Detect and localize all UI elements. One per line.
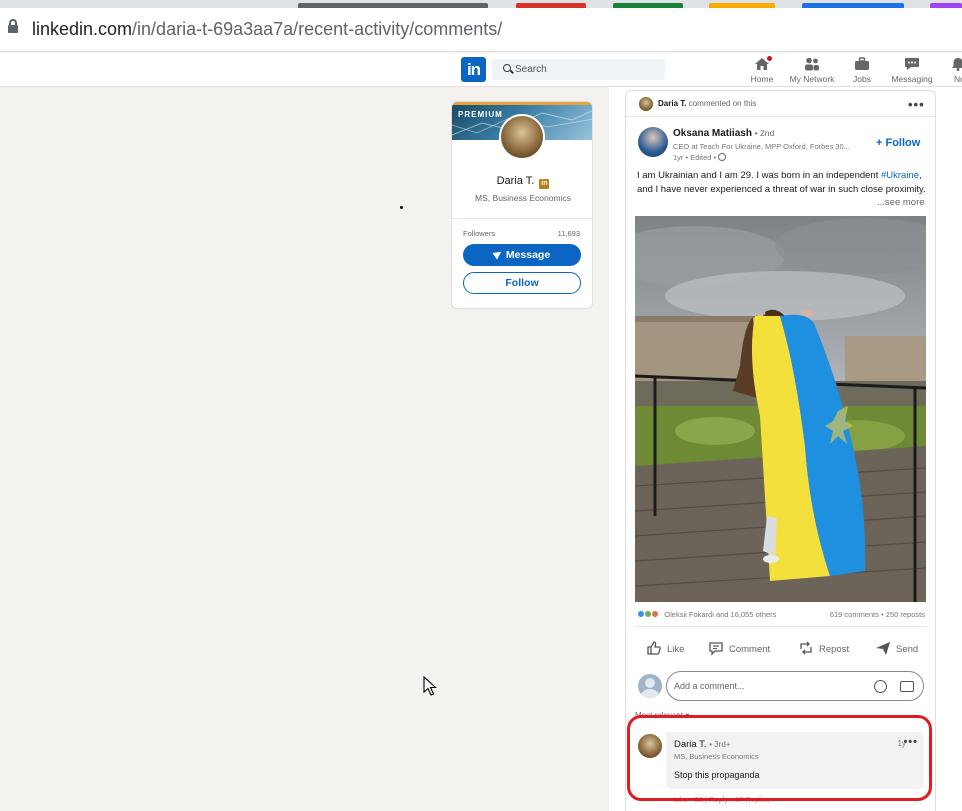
hashtag-link[interactable]: #Ukraine bbox=[881, 170, 919, 181]
lock-icon[interactable] bbox=[8, 19, 18, 33]
nav-my-network-label: My Network bbox=[789, 74, 835, 84]
my-avatar bbox=[638, 674, 662, 698]
stray-dot bbox=[400, 206, 403, 209]
search-placeholder: Search bbox=[515, 64, 547, 75]
nav-jobs[interactable]: Jobs bbox=[834, 55, 890, 87]
address-bar[interactable]: linkedin.com/in/daria-t-69a3aa7a/recent-… bbox=[0, 8, 962, 52]
follow-button[interactable]: Follow bbox=[463, 272, 581, 294]
premium-label: PREMIUM bbox=[458, 110, 503, 119]
nav-notifications-label: Noti bbox=[954, 74, 962, 84]
send-icon bbox=[876, 642, 890, 655]
linkedin-logo[interactable]: in bbox=[461, 57, 486, 82]
divider bbox=[635, 626, 926, 627]
add-comment-input[interactable]: Add a comment... bbox=[666, 671, 924, 701]
profile-headline: MS, Business Economics bbox=[475, 193, 571, 203]
send-icon bbox=[492, 248, 504, 260]
post-image[interactable] bbox=[635, 216, 926, 602]
bell-icon bbox=[950, 57, 962, 71]
actor-avatar[interactable] bbox=[639, 97, 653, 111]
profile-card: PREMIUM Daria T. in MS, Business Economi… bbox=[451, 101, 593, 309]
send-button[interactable]: Send bbox=[875, 640, 918, 656]
comments-reposts-count[interactable]: 619 comments • 250 reposts bbox=[830, 610, 925, 619]
nav-messaging[interactable]: Messaging bbox=[884, 55, 940, 87]
url-text[interactable]: linkedin.com/in/daria-t-69a3aa7a/recent-… bbox=[32, 19, 502, 40]
search-input[interactable]: Search bbox=[492, 59, 665, 80]
comment-icon bbox=[709, 642, 723, 656]
post-photo-illustration bbox=[635, 216, 926, 602]
love-reaction-icon bbox=[651, 610, 660, 618]
people-icon bbox=[804, 57, 820, 71]
activity-card: Daria T. commented on this ••• Oksana Ma… bbox=[625, 90, 936, 811]
post-author-avatar[interactable] bbox=[638, 127, 668, 157]
nav-my-network[interactable]: My Network bbox=[784, 55, 840, 87]
image-icon[interactable] bbox=[900, 681, 914, 692]
post-time: 1yr • Edited • bbox=[673, 153, 727, 162]
browser-tab-strip bbox=[0, 0, 962, 8]
followers-label: Followers bbox=[463, 229, 496, 238]
briefcase-icon bbox=[854, 57, 870, 71]
linkedin-navbar: in Search Home My Network Jobs Messaging… bbox=[0, 53, 962, 87]
mouse-cursor-icon bbox=[423, 676, 437, 696]
emoji-icon[interactable] bbox=[874, 680, 887, 693]
nav-messaging-label: Messaging bbox=[891, 74, 933, 84]
like-button[interactable]: Like bbox=[646, 640, 684, 656]
activity-header: Daria T. commented on this bbox=[658, 99, 757, 108]
globe-icon bbox=[718, 153, 727, 161]
home-icon bbox=[754, 54, 774, 71]
message-button[interactable]: Message bbox=[463, 244, 581, 266]
chat-icon bbox=[904, 57, 920, 71]
thumbs-up-icon bbox=[647, 641, 661, 655]
add-comment-placeholder: Add a comment... bbox=[674, 681, 745, 691]
post-author-headline: CEO at Teach For Ukraine, MPP Oxford, Fo… bbox=[673, 142, 850, 151]
divider bbox=[626, 116, 935, 117]
post-author-name[interactable]: Oksana Matiiash • 2nd bbox=[673, 128, 774, 139]
profile-name[interactable]: Daria T. in bbox=[452, 175, 592, 189]
post-follow-button[interactable]: + Follow bbox=[876, 137, 920, 149]
repost-button[interactable]: Repost bbox=[798, 640, 849, 656]
comment-button[interactable]: Comment bbox=[708, 640, 770, 656]
search-icon bbox=[503, 64, 511, 72]
followers-count: 11,693 bbox=[557, 229, 580, 238]
profile-avatar[interactable] bbox=[499, 114, 545, 160]
post-text: I am Ukrainian and I am 29. I was born i… bbox=[637, 170, 926, 195]
premium-badge-icon: in bbox=[539, 179, 550, 189]
nav-home[interactable]: Home bbox=[734, 54, 790, 87]
nav-jobs-label: Jobs bbox=[853, 74, 871, 84]
nav-notifications[interactable]: Noti bbox=[934, 55, 962, 87]
more-options-icon[interactable]: ••• bbox=[908, 98, 925, 111]
repost-icon bbox=[800, 641, 812, 655]
see-more-link[interactable]: ...see more bbox=[877, 197, 925, 208]
highlight-annotation bbox=[627, 715, 932, 801]
notification-dot bbox=[765, 54, 774, 63]
reactions-summary[interactable]: Oleksii Fokardi and 16,055 others bbox=[637, 610, 776, 619]
divider bbox=[452, 218, 592, 219]
nav-home-label: Home bbox=[750, 74, 774, 84]
